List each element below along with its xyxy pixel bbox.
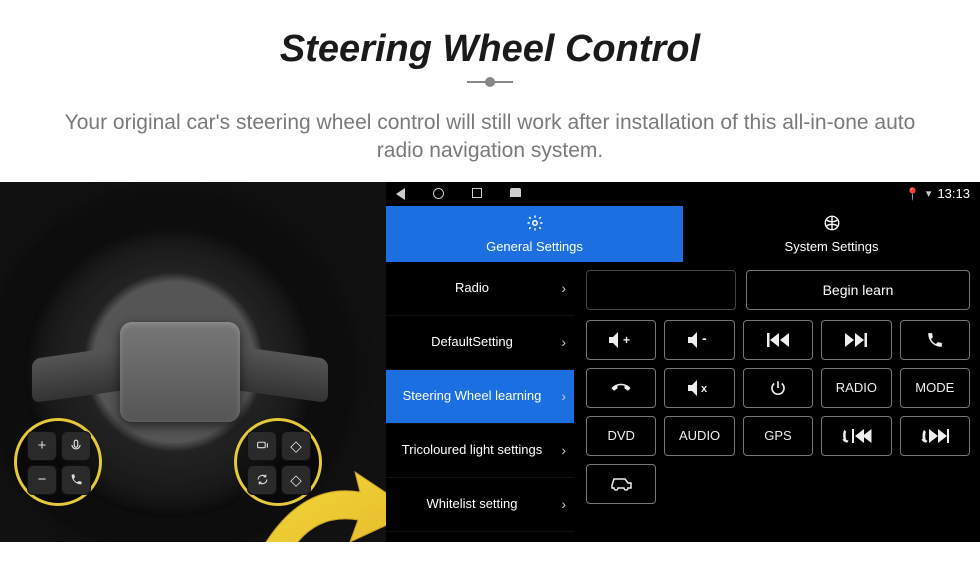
page-header: Steering Wheel Control <box>0 0 980 95</box>
nav-back-icon[interactable] <box>396 188 405 200</box>
chevron-right-icon: › <box>561 334 566 351</box>
wheel-btn-phone-icon <box>61 465 91 495</box>
volume-up-icon: + <box>608 331 634 349</box>
swc-call-prev-button[interactable] <box>821 416 891 456</box>
begin-learn-label: Begin learn <box>823 282 894 298</box>
tab-label: General Settings <box>486 239 583 254</box>
learning-panel: Begin learn + - <box>576 262 980 542</box>
settings-sidebar: Radio › DefaultSetting › Steering Wheel … <box>386 262 576 542</box>
swc-audio-button[interactable]: AUDIO <box>664 416 734 456</box>
swc-prev-button[interactable] <box>743 320 813 360</box>
swc-mode-button[interactable]: MODE <box>900 368 970 408</box>
volume-down-icon: - <box>687 331 713 349</box>
chevron-right-icon: › <box>561 442 566 459</box>
swc-button-label: DVD <box>607 428 634 443</box>
swc-button-label: RADIO <box>836 380 877 395</box>
gear-icon <box>526 214 544 237</box>
sidebar-item-label: Steering Wheel learning <box>403 388 542 404</box>
tab-general-settings[interactable]: General Settings <box>386 206 683 262</box>
swc-mute-button[interactable]: x <box>664 368 734 408</box>
wheel-btn-src-icon <box>247 431 277 461</box>
settings-tabs: General Settings System Settings <box>386 206 980 262</box>
wheel-hub <box>120 322 240 422</box>
chevron-right-icon: › <box>561 496 566 513</box>
svg-text:x: x <box>701 383 708 395</box>
prev-track-icon <box>767 333 789 347</box>
swc-button-grid: + - <box>586 320 970 504</box>
wheel-btn-cycle-icon <box>247 465 277 495</box>
swc-call-end-button[interactable] <box>586 368 656 408</box>
sidebar-item-label: Whitelist setting <box>426 496 517 512</box>
steering-wheel-photo: + − ◇ ◇ <box>0 182 386 542</box>
wheel-btn-down-icon: ◇ <box>281 465 311 495</box>
chevron-right-icon: › <box>561 280 566 297</box>
location-icon: 📍 <box>905 187 920 201</box>
swc-button-label: AUDIO <box>679 428 720 443</box>
swc-call-next-button[interactable] <box>900 416 970 456</box>
sidebar-item-tricoloured-light[interactable]: Tricoloured light settings › <box>386 424 574 478</box>
android-status-bar: 📍 ▾ 13:13 <box>386 182 980 206</box>
car-icon <box>609 476 633 492</box>
wheel-btn-voice-icon <box>61 431 91 461</box>
system-icon <box>823 214 841 237</box>
tab-system-settings[interactable]: System Settings <box>683 206 980 262</box>
page-subtitle: Your original car's steering wheel contr… <box>0 95 980 182</box>
wheel-btn-minus: − <box>27 465 57 495</box>
nav-home-icon[interactable] <box>433 188 444 199</box>
swc-next-button[interactable] <box>821 320 891 360</box>
nav-recent-icon[interactable] <box>472 188 482 198</box>
swc-call-answer-button[interactable] <box>900 320 970 360</box>
svg-text:-: - <box>702 331 707 346</box>
swc-button-label: MODE <box>915 380 954 395</box>
svg-text:+: + <box>623 333 630 347</box>
swc-button-label: GPS <box>764 428 791 443</box>
begin-learn-button[interactable]: Begin learn <box>746 270 970 310</box>
call-prev-icon <box>840 429 872 443</box>
main-content: + − ◇ ◇ <box>0 182 980 542</box>
learn-indicator-box <box>586 270 736 310</box>
power-icon <box>769 379 787 397</box>
sidebar-item-label: Radio <box>455 280 489 296</box>
status-time: 13:13 <box>937 186 970 201</box>
chevron-right-icon: › <box>561 388 566 405</box>
hangup-icon <box>610 379 632 397</box>
next-track-icon <box>845 333 867 347</box>
swc-car-button[interactable] <box>586 464 656 504</box>
sidebar-item-whitelist[interactable]: Whitelist setting › <box>386 478 574 532</box>
sidebar-item-label: DefaultSetting <box>431 334 513 350</box>
sidebar-item-steering-wheel-learning[interactable]: Steering Wheel learning › <box>386 370 574 424</box>
sidebar-item-label: Tricoloured light settings <box>402 442 542 458</box>
swc-gps-button[interactable]: GPS <box>743 416 813 456</box>
settings-content: Radio › DefaultSetting › Steering Wheel … <box>386 262 980 542</box>
nav-card-icon[interactable] <box>510 188 521 197</box>
swc-radio-button[interactable]: RADIO <box>821 368 891 408</box>
wheel-button-cluster-left: + − <box>14 418 102 506</box>
tab-label: System Settings <box>785 239 879 254</box>
sidebar-item-default-setting[interactable]: DefaultSetting › <box>386 316 574 370</box>
android-screen: 📍 ▾ 13:13 General Settings System Settin… <box>386 182 980 542</box>
wheel-button-cluster-right: ◇ ◇ <box>234 418 322 506</box>
call-next-icon <box>919 429 951 443</box>
begin-learn-row: Begin learn <box>586 270 970 310</box>
swc-dvd-button[interactable]: DVD <box>586 416 656 456</box>
sidebar-item-radio[interactable]: Radio › <box>386 262 574 316</box>
title-separator <box>467 81 513 83</box>
mute-icon: x <box>687 379 713 397</box>
wifi-icon: ▾ <box>926 187 932 200</box>
swc-vol-down-button[interactable]: - <box>664 320 734 360</box>
swc-power-button[interactable] <box>743 368 813 408</box>
page-title: Steering Wheel Control <box>40 28 940 71</box>
wheel-btn-plus: + <box>27 431 57 461</box>
wheel-btn-up-icon: ◇ <box>281 431 311 461</box>
swc-vol-up-button[interactable]: + <box>586 320 656 360</box>
phone-icon <box>926 331 944 349</box>
